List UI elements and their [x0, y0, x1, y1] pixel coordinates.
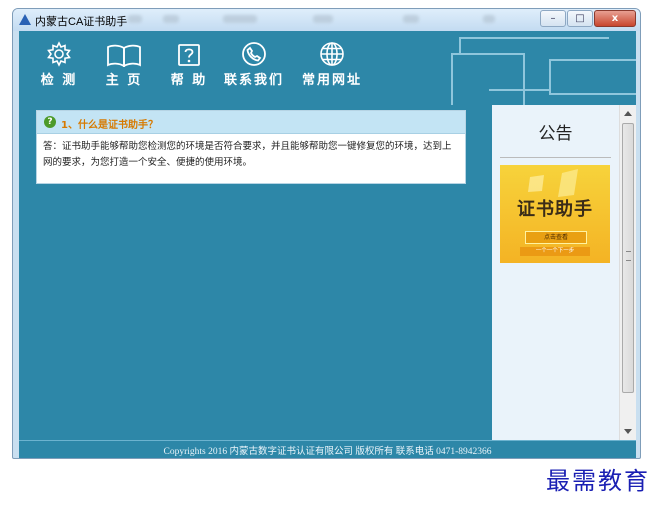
toolbar-item-links[interactable]: 常用网址	[299, 37, 365, 88]
copyright-text: Copyrights 2016 内蒙古数字证书认证有限公司 版权所有 联系电话 …	[163, 447, 492, 457]
window-title: 内蒙古CA证书助手	[35, 16, 128, 28]
notice-title: 公告	[538, 124, 573, 144]
globe-icon	[299, 37, 365, 67]
faq-question-row[interactable]: ? 1、什么是证书助手？	[37, 111, 465, 134]
scroll-down-arrow-icon[interactable]	[624, 429, 632, 434]
decorative-line	[459, 37, 461, 53]
notice-banner[interactable]: 证书助手 点击查看 一个一个下一步	[500, 165, 610, 263]
app-logo-icon	[19, 14, 31, 25]
question-icon: ?	[44, 116, 56, 128]
blurred-region	[223, 15, 257, 23]
vertical-scrollbar[interactable]	[619, 105, 636, 440]
decorative-line	[459, 37, 609, 39]
grip-icon	[626, 251, 631, 261]
title-bar[interactable]: 内蒙古CA证书助手 – □ x	[13, 9, 640, 31]
toolbar-item-label: 常用网址	[301, 73, 362, 88]
toolbar-item-label: 联系我们	[223, 73, 284, 88]
notice-panel: 公告 证书助手 点击查看 一个一个下一步	[492, 105, 619, 440]
blurred-region	[163, 15, 179, 23]
toolbar-item-home[interactable]: 主 页	[101, 37, 147, 88]
decorative-line	[489, 89, 549, 91]
window-controls: – □ x	[539, 10, 636, 27]
faq-question: 1、什么是证书助手？	[61, 120, 158, 131]
banner-button[interactable]: 点击查看	[525, 231, 587, 244]
status-bar: Copyrights 2016 内蒙古数字证书认证有限公司 版权所有 联系电话 …	[19, 440, 636, 458]
minimize-button[interactable]: –	[540, 10, 566, 27]
blurred-region	[403, 15, 419, 23]
main-content: ? 1、什么是证书助手？ 答：证书助手能够帮助您检测您的环境是否符合要求，并且能…	[19, 105, 636, 440]
gear-icon	[37, 37, 81, 67]
toolbar-item-label: 检 测	[40, 73, 78, 88]
toolbar-item-label: 帮 助	[170, 73, 208, 88]
faq-panel: ? 1、什么是证书助手？ 答：证书助手能够帮助您检测您的环境是否符合要求，并且能…	[36, 110, 466, 184]
blurred-region	[128, 15, 142, 23]
toolbar-item-label: 主 页	[105, 73, 143, 88]
toolbar-item-contact[interactable]: 联系我们	[221, 37, 287, 88]
watermark: 最需教育	[546, 467, 650, 495]
blurred-region	[313, 15, 333, 23]
faq-answer: 答：证书助手能够帮助您检测您的环境是否符合要求，并且能够帮助您一键修复您的环境，…	[43, 141, 452, 168]
toolbar: 检 测 主 页 帮 助 联系我们 常用网址	[19, 31, 636, 105]
banner-subtitle: 一个一个下一步	[520, 247, 590, 256]
toolbar-item-help[interactable]: 帮 助	[167, 37, 211, 88]
close-button[interactable]: x	[594, 10, 636, 27]
help-icon	[167, 37, 211, 67]
app-window: 内蒙古CA证书助手 – □ x 检 测 主 页 帮 助 联系我们 常用网址 ? …	[12, 8, 641, 459]
scroll-thumb[interactable]	[622, 123, 634, 393]
blurred-region	[483, 15, 495, 23]
decorative-line	[549, 59, 636, 95]
toolbar-item-detect[interactable]: 检 测	[37, 37, 81, 88]
maximize-button[interactable]: □	[567, 10, 593, 27]
phone-icon	[221, 37, 287, 67]
book-icon	[101, 37, 147, 67]
divider	[500, 157, 611, 158]
banner-title: 证书助手	[517, 199, 593, 220]
decorative-line	[451, 53, 525, 105]
scroll-up-arrow-icon[interactable]	[624, 111, 632, 116]
